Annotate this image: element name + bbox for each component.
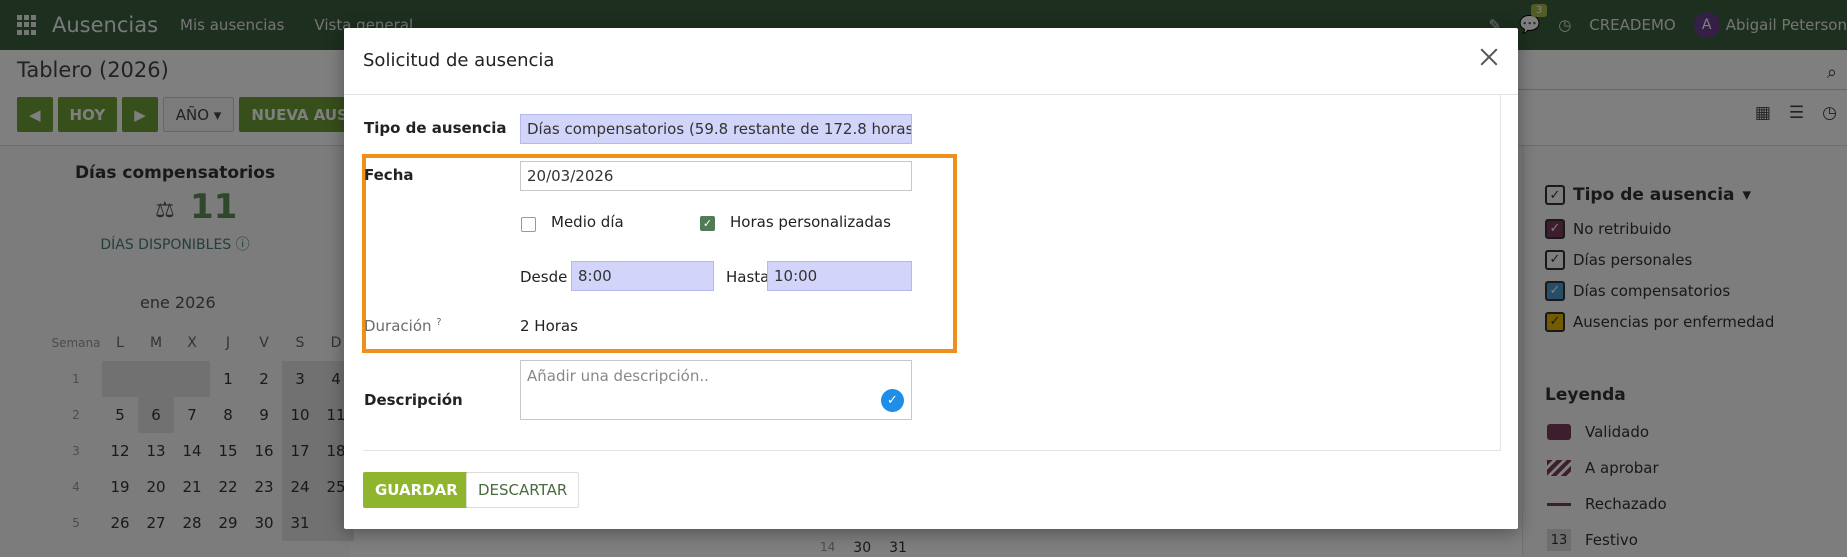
- description-field[interactable]: Añadir una descripción.. ✓: [520, 360, 912, 420]
- from-time-field[interactable]: 8:00: [571, 261, 714, 291]
- save-button[interactable]: GUARDAR: [363, 472, 470, 508]
- duration-label-text: Duración: [364, 317, 432, 335]
- description-placeholder: Añadir una descripción..: [527, 367, 709, 385]
- half-day-label: Medio día: [551, 213, 624, 231]
- to-label: Hasta: [726, 268, 770, 286]
- duration-value: 2 Horas: [520, 317, 578, 335]
- dialog-title: Solicitud de ausencia: [363, 50, 555, 71]
- date-label: Fecha: [364, 166, 414, 184]
- dialog-body: Tipo de ausencia Días compensatorios (59…: [362, 95, 1501, 451]
- check-circle-icon[interactable]: ✓: [881, 389, 904, 412]
- from-label: Desde: [520, 268, 568, 286]
- half-day-checkbox[interactable]: [521, 217, 536, 232]
- leave-type-label: Tipo de ausencia: [364, 119, 507, 137]
- duration-label: Duración ?: [364, 317, 442, 335]
- date-field[interactable]: 20/03/2026: [520, 161, 912, 191]
- close-icon[interactable]: [1476, 44, 1502, 70]
- duration-help-icon[interactable]: ?: [436, 317, 441, 328]
- leave-request-dialog: Solicitud de ausencia Tipo de ausencia D…: [344, 28, 1518, 529]
- discard-button[interactable]: DESCARTAR: [466, 472, 580, 508]
- custom-hours-checkbox[interactable]: ✓: [700, 216, 715, 231]
- dialog-footer: GUARDAR DESCARTAR: [344, 453, 1518, 529]
- custom-hours-label: Horas personalizadas: [730, 213, 891, 231]
- dialog-header: Solicitud de ausencia: [344, 28, 1518, 95]
- leave-type-field[interactable]: Días compensatorios (59.8 restante de 17…: [520, 114, 912, 144]
- to-time-field[interactable]: 10:00: [767, 261, 912, 291]
- description-label: Descripción: [364, 391, 463, 409]
